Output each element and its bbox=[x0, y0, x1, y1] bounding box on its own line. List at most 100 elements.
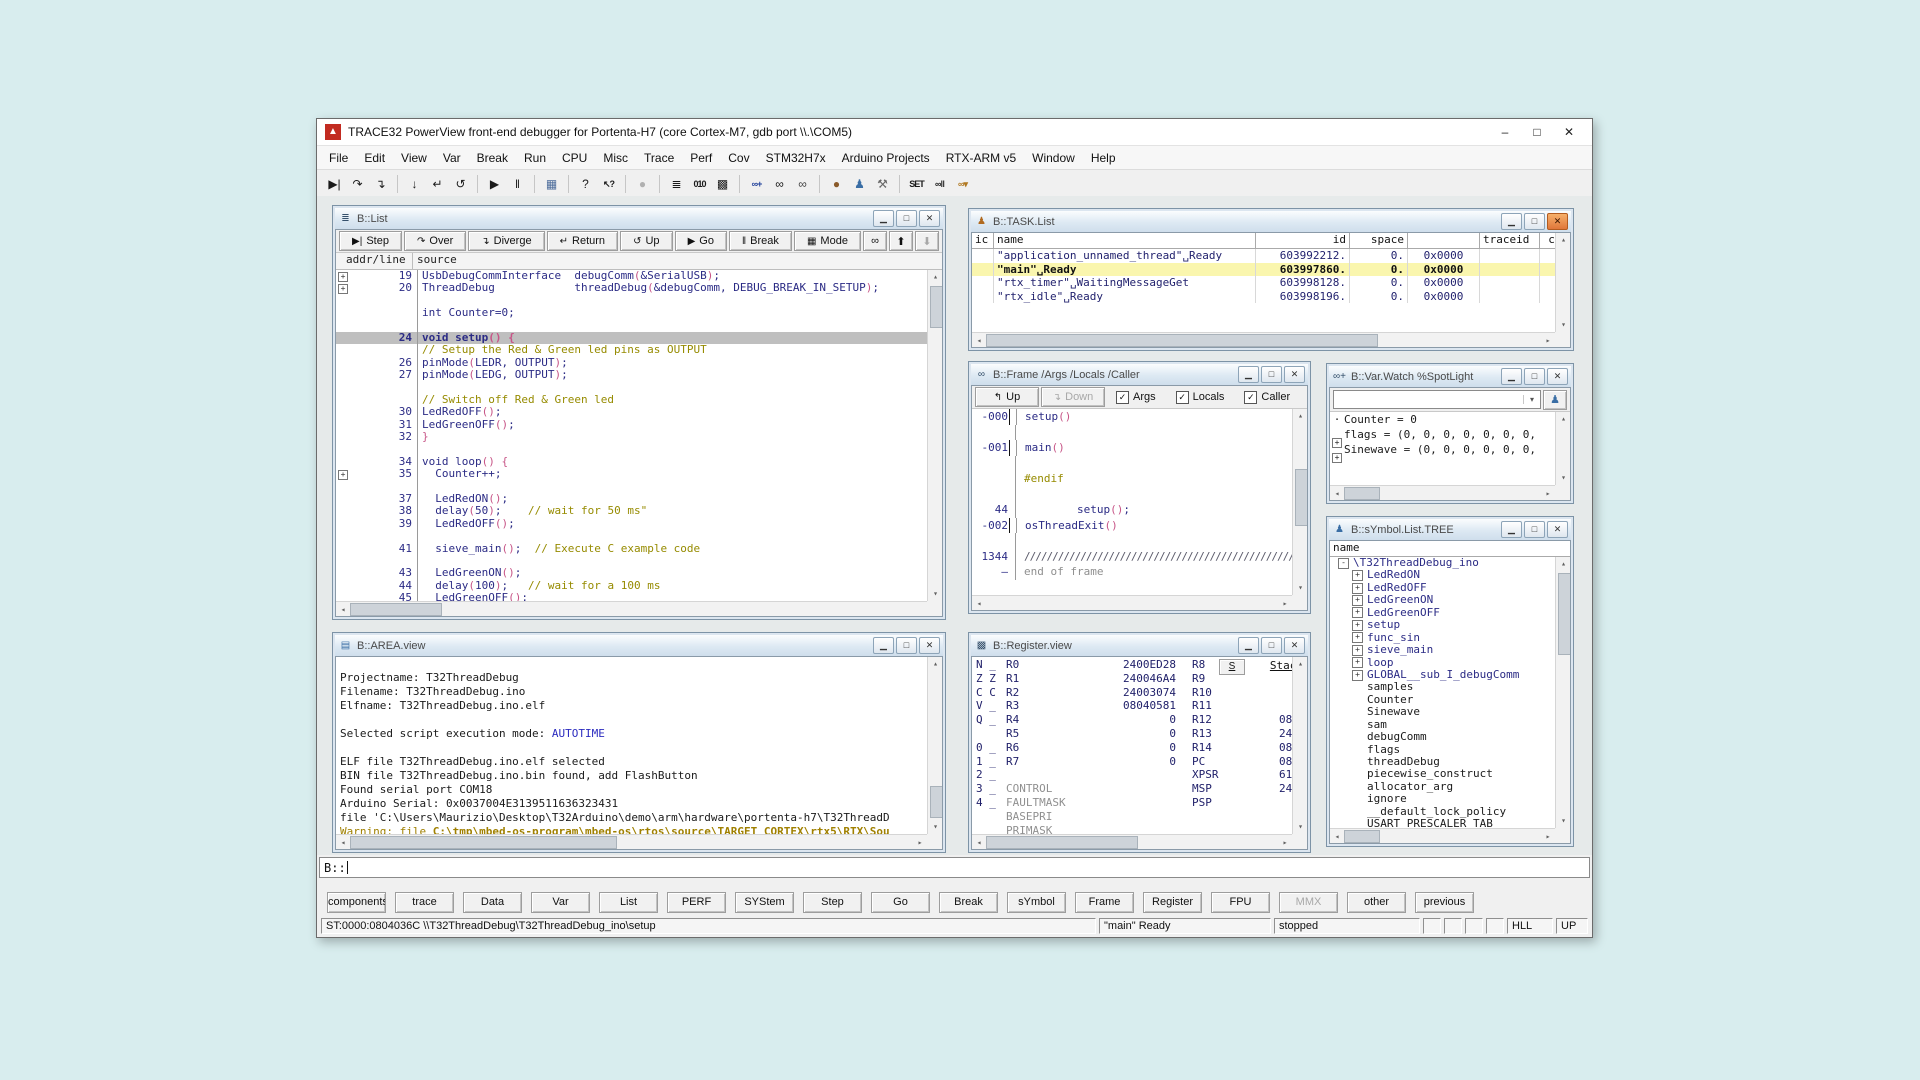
register-value[interactable] bbox=[1094, 768, 1176, 782]
frame-row[interactable] bbox=[972, 456, 1292, 472]
scroll-down-arrow-icon[interactable]: ▾ bbox=[928, 820, 942, 834]
watch-window-titlebar[interactable]: ∞+ B::Var.Watch %SpotLight ▁ □ ✕ bbox=[1329, 366, 1571, 387]
var-local-icon[interactable]: ∞ bbox=[792, 174, 813, 194]
scroll-up-arrow-icon[interactable]: ▴ bbox=[1556, 233, 1570, 247]
menu-break[interactable]: Break bbox=[469, 148, 516, 168]
command-input[interactable]: B:: bbox=[319, 857, 1590, 878]
expand-plus-icon[interactable]: + bbox=[338, 272, 348, 282]
column-header-id[interactable]: id bbox=[1256, 233, 1350, 248]
expand-plus-icon[interactable]: + bbox=[1352, 583, 1363, 594]
break-button[interactable]: ‖Break bbox=[729, 231, 792, 251]
tree-item[interactable]: +LedRedON bbox=[1330, 569, 1555, 581]
step-return-icon[interactable]: ↵ bbox=[427, 174, 448, 194]
scroll-down-arrow-icon[interactable]: ▾ bbox=[928, 587, 942, 601]
softkey-perf[interactable]: PERF bbox=[667, 892, 726, 913]
scroll-thumb[interactable] bbox=[350, 836, 617, 849]
expand-plus-icon[interactable]: + bbox=[1352, 632, 1363, 643]
task-window-titlebar[interactable]: ♟ B::TASK.List ▁ □ ✕ bbox=[971, 211, 1571, 232]
list-icon[interactable]: ≣ bbox=[666, 174, 687, 194]
expand-plus-icon[interactable]: + bbox=[1352, 620, 1363, 631]
checkbox-locals[interactable]: ✓Locals bbox=[1176, 391, 1225, 404]
scroll-right-arrow-icon[interactable]: ▸ bbox=[913, 838, 927, 847]
v-scrollbar[interactable]: ▴▾ bbox=[1292, 409, 1307, 595]
tree-item[interactable]: +setup bbox=[1330, 619, 1555, 631]
tree-item[interactable]: piecewise_construct bbox=[1330, 768, 1555, 780]
title-bar[interactable]: ▲ TRACE32 PowerView front-end debugger f… bbox=[317, 119, 1592, 146]
frame-maximize-button[interactable]: □ bbox=[1261, 366, 1282, 383]
register-value[interactable] bbox=[1094, 796, 1176, 810]
softkey-previous[interactable]: previous bbox=[1415, 892, 1474, 913]
source-line[interactable]: 41 sieve_main(); // Execute C example co… bbox=[336, 543, 927, 555]
tree-item[interactable]: ignore bbox=[1330, 793, 1555, 805]
menu-misc[interactable]: Misc bbox=[595, 148, 636, 168]
register-value[interactable]: 0 bbox=[1248, 699, 1292, 713]
watch-row[interactable]: +flags = (0, 0, 0, 0, 0, 0, 0, bbox=[1330, 427, 1555, 442]
frame-up-button[interactable]: ↰Up bbox=[975, 387, 1039, 407]
diverge-button[interactable]: ↴Diverge bbox=[468, 231, 544, 251]
expand-plus-icon[interactable]: + bbox=[1352, 645, 1363, 656]
tree-item[interactable]: Counter bbox=[1330, 694, 1555, 706]
list-minimize-button[interactable]: ▁ bbox=[873, 210, 894, 227]
break-icon[interactable]: ‖ bbox=[507, 174, 528, 194]
softkey-fpu[interactable]: FPU bbox=[1211, 892, 1270, 913]
register-value[interactable]: 24003074 bbox=[1094, 686, 1176, 700]
softkey-frame[interactable]: Frame bbox=[1075, 892, 1134, 913]
column-header-space[interactable]: space bbox=[1350, 233, 1408, 248]
symbol-window-titlebar[interactable]: ♟ B::sYmbol.List.TREE ▁ □ ✕ bbox=[1329, 519, 1571, 540]
expand-gutter[interactable]: + bbox=[336, 270, 350, 282]
up-button[interactable]: ↺Up bbox=[620, 231, 673, 251]
menu-window[interactable]: Window bbox=[1024, 148, 1083, 168]
scroll-thumb[interactable] bbox=[930, 786, 942, 818]
watch-row[interactable]: ·Counter = 0 bbox=[1330, 412, 1555, 427]
frame-close-button[interactable]: ✕ bbox=[1284, 366, 1305, 383]
register-value[interactable]: 2400ED28 bbox=[1094, 658, 1176, 672]
scroll-left-arrow-icon[interactable]: ◂ bbox=[336, 838, 350, 847]
task-row[interactable]: "main"␣Ready603997860.0.0x0000√ bbox=[972, 263, 1555, 277]
scroll-left-arrow-icon[interactable]: ◂ bbox=[1330, 832, 1344, 841]
help-icon[interactable]: ? bbox=[575, 174, 596, 194]
register-value[interactable] bbox=[1094, 824, 1176, 834]
expand-plus-icon[interactable]: + bbox=[1352, 595, 1363, 606]
register-row[interactable]: Q _R40R120804CDA1 bbox=[972, 713, 1292, 727]
tree-item[interactable]: Sinewave bbox=[1330, 706, 1555, 718]
tree-item[interactable]: +LedGreenON bbox=[1330, 594, 1555, 606]
h-scrollbar[interactable]: ◂▸ bbox=[972, 332, 1555, 347]
tree-item[interactable]: +GLOBAL__sub_I_debugComm bbox=[1330, 669, 1555, 681]
source-line[interactable] bbox=[336, 443, 927, 455]
register-minimize-button[interactable]: ▁ bbox=[1238, 637, 1259, 654]
task-close-button[interactable]: ✕ bbox=[1547, 213, 1568, 230]
register-value[interactable]: 0 bbox=[1094, 727, 1176, 741]
frame-down-button[interactable]: ↴Down bbox=[1041, 387, 1105, 407]
scroll-down-arrow-icon[interactable]: ▾ bbox=[1556, 318, 1570, 332]
register-value[interactable] bbox=[1094, 782, 1176, 796]
h-scrollbar[interactable]: ◂▸ bbox=[972, 595, 1292, 610]
scroll-down-arrow-icon[interactable]: ▾ bbox=[1556, 471, 1570, 485]
watch-close-button[interactable]: ✕ bbox=[1547, 368, 1568, 385]
watch-row[interactable]: +Sinewave = (0, 0, 0, 0, 0, 0, bbox=[1330, 442, 1555, 457]
scroll-down-arrow-icon[interactable]: ▾ bbox=[1293, 581, 1307, 595]
register-window-titlebar[interactable]: ▩ B::Register.view ▁ □ ✕ bbox=[971, 635, 1308, 656]
go-button[interactable]: ▶Go bbox=[675, 231, 727, 251]
task-row[interactable]: "rtx_timer"␣WaitingMessageGet603998128.0… bbox=[972, 276, 1555, 290]
column-header-traceid[interactable]: traceid bbox=[1480, 233, 1540, 248]
scroll-thumb[interactable] bbox=[1344, 830, 1380, 843]
source-line[interactable]: 24void setup() { bbox=[336, 332, 927, 344]
tree-item[interactable]: -\T32ThreadDebug_ino bbox=[1330, 557, 1555, 569]
h-scrollbar[interactable]: ◂▸ bbox=[336, 834, 927, 849]
softkey-data[interactable]: Data bbox=[463, 892, 522, 913]
scroll-right-arrow-icon[interactable]: ▸ bbox=[1541, 336, 1555, 345]
source-line[interactable]: 37 LedRedON(); bbox=[336, 493, 927, 505]
go-icon[interactable]: ▶ bbox=[484, 174, 505, 194]
return-button[interactable]: ↵Return bbox=[547, 231, 618, 251]
area-maximize-button[interactable]: □ bbox=[896, 637, 917, 654]
source-line[interactable]: 34void loop() { bbox=[336, 456, 927, 468]
softkey-var[interactable]: Var bbox=[531, 892, 590, 913]
scroll-up-arrow-icon[interactable]: ▴ bbox=[1293, 409, 1307, 423]
softkey-mmx[interactable]: MMX bbox=[1279, 892, 1338, 913]
goggles-go-icon[interactable]: ∞▾ bbox=[952, 174, 973, 194]
register-value[interactable]: 0 bbox=[1094, 713, 1176, 727]
expand-plus-icon[interactable]: + bbox=[1352, 657, 1363, 668]
step-down-icon[interactable]: ↓ bbox=[404, 174, 425, 194]
frame-row[interactable]: #endif bbox=[972, 471, 1292, 487]
menu-view[interactable]: View bbox=[393, 148, 435, 168]
